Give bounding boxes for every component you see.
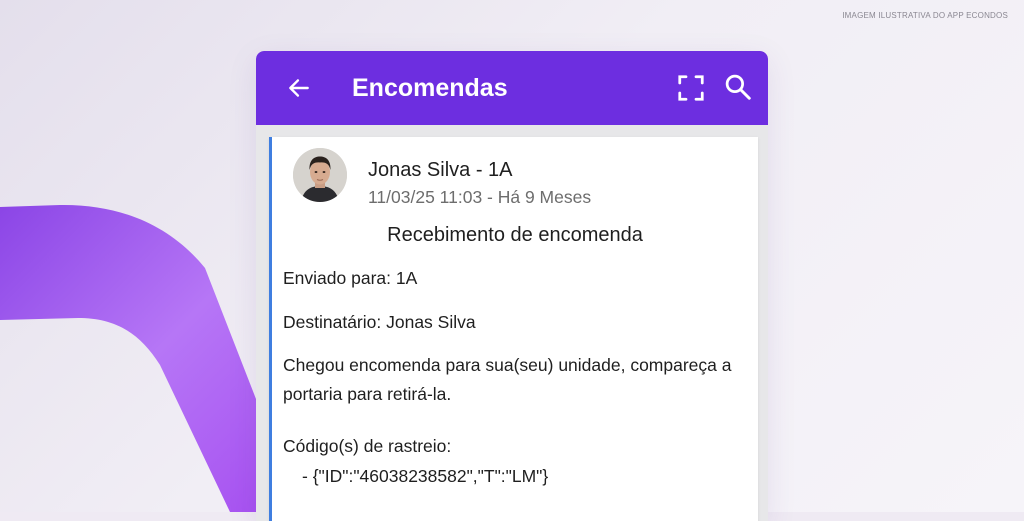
app-bar: Encomendas xyxy=(256,51,768,125)
sender-name: Jonas Silva - 1A xyxy=(368,159,513,181)
notification-message: Chegou encomenda para sua(seu) unidade, … xyxy=(283,355,732,404)
page-title: Encomendas xyxy=(352,74,508,102)
tracking-codes-label: Código(s) de rastreio: xyxy=(283,436,452,456)
search-icon[interactable] xyxy=(723,72,753,102)
app-screen: Encomendas Jonas Silva - 1A 11/03/25 11:… xyxy=(256,51,768,521)
scan-frame-icon[interactable] xyxy=(676,73,706,103)
avatar xyxy=(293,148,347,202)
arrow-back-icon[interactable] xyxy=(286,75,312,101)
timestamp: 11/03/25 11:03 - Há 9 Meses xyxy=(368,187,592,207)
recipient-text: Destinatário: Jonas Silva xyxy=(283,312,476,332)
sent-to-text: Enviado para: 1A xyxy=(283,268,418,288)
person-photo-icon xyxy=(293,148,347,202)
notification-card[interactable]: Jonas Silva - 1A 11/03/25 11:03 - Há 9 M… xyxy=(269,137,758,521)
notification-subject: Recebimento de encomenda xyxy=(387,224,643,246)
tracking-code-item: - {"ID":"46038238582","T":"LM"} xyxy=(302,466,549,486)
illustrative-caption: IMAGEM ILUSTRATIVA DO APP ECONDOS xyxy=(842,11,1008,20)
